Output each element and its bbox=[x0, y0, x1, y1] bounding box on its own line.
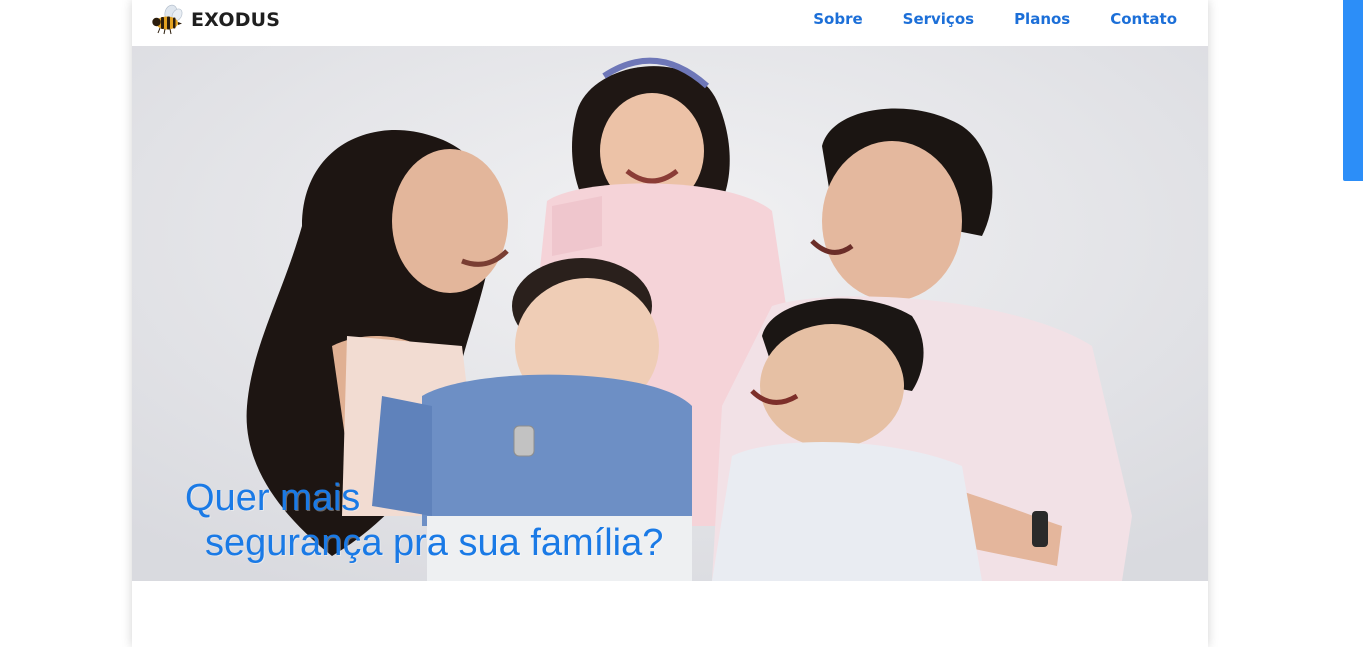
hero-headline-line2: segurança pra sua família? bbox=[205, 522, 664, 564]
navbar: EXODUS Sobre Serviços Planos Contato bbox=[132, 0, 1208, 46]
hero-banner: Quer mais segurança pra sua família? bbox=[132, 46, 1208, 581]
nav-link-contato[interactable]: Contato bbox=[1110, 10, 1177, 28]
page: EXODUS Sobre Serviços Planos Contato Que… bbox=[0, 0, 1363, 647]
nav-link-planos[interactable]: Planos bbox=[1014, 10, 1070, 28]
nav-menu: Sobre Serviços Planos Contato bbox=[773, 10, 1177, 28]
brand-name: EXODUS bbox=[191, 9, 281, 31]
brand-link[interactable]: EXODUS bbox=[151, 4, 280, 36]
main-container: EXODUS Sobre Serviços Planos Contato Que… bbox=[132, 0, 1208, 647]
hero-headline: Quer mais segurança pra sua família? bbox=[185, 476, 663, 566]
scrollbar-thumb[interactable] bbox=[1343, 0, 1363, 181]
nav-link-sobre[interactable]: Sobre bbox=[813, 10, 862, 28]
bee-icon bbox=[152, 4, 183, 35]
hero-headline-line1: Quer mais bbox=[185, 477, 361, 519]
content-section bbox=[132, 581, 1208, 647]
nav-link-servicos[interactable]: Serviços bbox=[903, 10, 974, 28]
